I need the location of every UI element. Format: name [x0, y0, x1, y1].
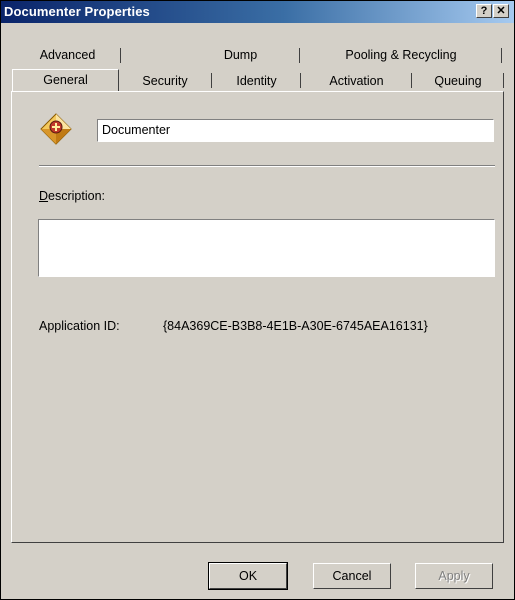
com-application-package-icon: [40, 113, 72, 145]
title-bar[interactable]: Documenter Properties ? ✕: [1, 1, 514, 23]
tab-queuing[interactable]: Queuing: [413, 71, 504, 92]
tab-pooling-recycling[interactable]: Pooling & Recycling: [301, 46, 502, 65]
tab-general[interactable]: General: [12, 69, 119, 91]
properties-dialog: Documenter Properties ? ✕ Advanced Dump …: [0, 0, 515, 600]
window-title: Documenter Properties: [4, 4, 150, 19]
help-button[interactable]: ?: [476, 4, 492, 18]
application-name-input[interactable]: Documenter: [97, 119, 494, 142]
close-button[interactable]: ✕: [493, 4, 509, 18]
tab-advanced[interactable]: Advanced: [15, 46, 121, 65]
application-id-value: {84A369CE-B3B8-4E1B-A30E-6745AEA16131}: [163, 319, 428, 333]
separator: [39, 165, 495, 167]
ok-button[interactable]: OK: [208, 562, 288, 590]
application-id-label: Application ID:: [39, 319, 120, 333]
tab-identity[interactable]: Identity: [213, 71, 301, 92]
tab-security[interactable]: Security: [119, 71, 212, 92]
description-label: Description:: [39, 189, 106, 203]
close-icon: ✕: [496, 5, 506, 17]
general-tab-panel: [11, 91, 504, 543]
tab-activation[interactable]: Activation: [302, 71, 412, 92]
tab-dump[interactable]: Dump: [182, 46, 300, 65]
cancel-button[interactable]: Cancel: [313, 563, 391, 589]
description-textarea[interactable]: [38, 219, 495, 277]
apply-button[interactable]: Apply: [415, 563, 493, 589]
